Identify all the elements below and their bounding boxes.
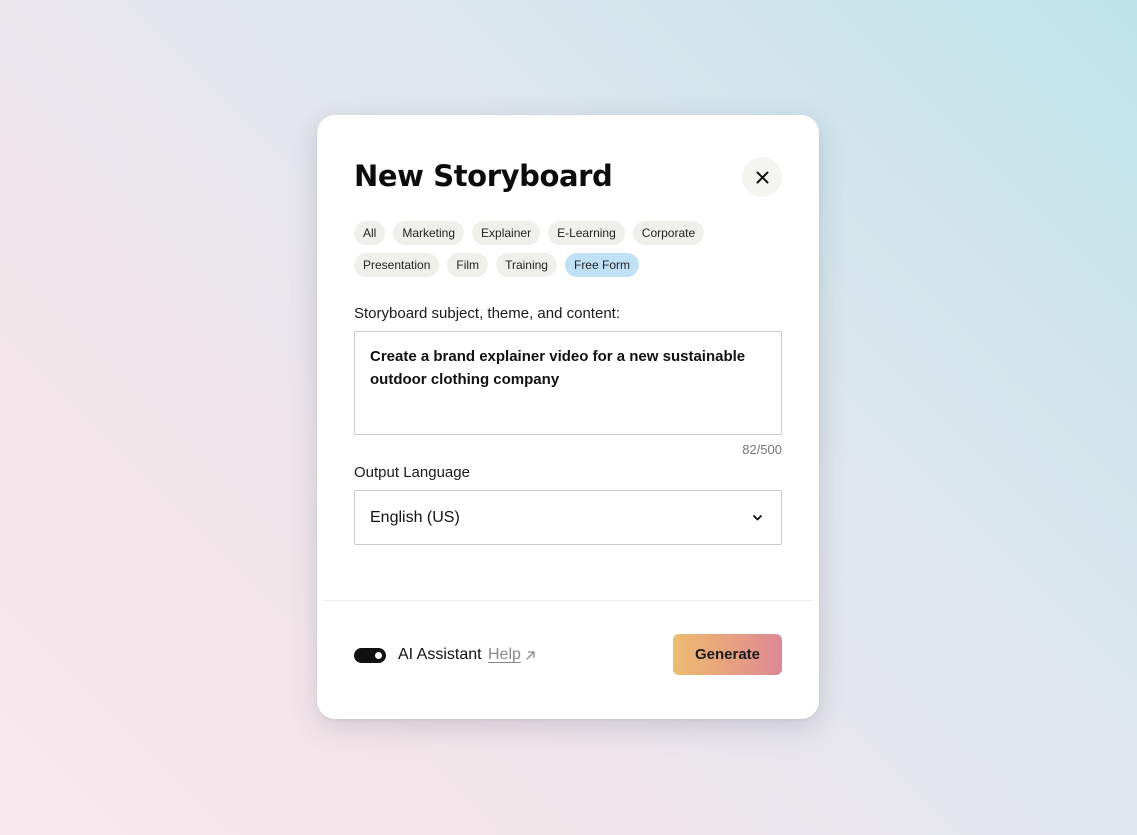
close-button[interactable] — [742, 157, 782, 197]
chip-explainer[interactable]: Explainer — [472, 221, 541, 245]
category-chip-row-1: All Marketing Explainer E-Learning Corpo… — [354, 221, 794, 245]
footer-divider — [323, 600, 813, 601]
chevron-down-icon — [753, 514, 762, 520]
ai-assistant-label: AI Assistant — [398, 646, 482, 663]
character-counter: 82/500 — [742, 442, 782, 457]
chip-all[interactable]: All — [354, 221, 386, 245]
ai-assistant-toggle[interactable] — [354, 648, 386, 663]
help-link[interactable]: Help — [488, 646, 536, 664]
chip-film[interactable]: Film — [447, 253, 489, 277]
new-storyboard-dialog: New Storyboard All Marketing Explainer E… — [317, 115, 819, 719]
chip-marketing[interactable]: Marketing — [393, 221, 465, 245]
prompt-textarea[interactable]: Create a brand explainer video for a new… — [354, 331, 782, 435]
chip-e-learning[interactable]: E-Learning — [548, 221, 625, 245]
prompt-label: Storyboard subject, theme, and content: — [354, 305, 620, 322]
chip-corporate[interactable]: Corporate — [632, 221, 705, 245]
category-chip-row-2: Presentation Film Training Free Form — [354, 253, 794, 277]
external-arrow-icon — [526, 650, 535, 660]
toggle-knob — [375, 652, 382, 659]
chip-presentation[interactable]: Presentation — [354, 253, 440, 277]
help-link-label: Help — [488, 646, 521, 663]
generate-button[interactable]: Generate — [673, 634, 782, 675]
category-chips: All Marketing Explainer E-Learning Corpo… — [354, 221, 794, 285]
output-language-value: English (US) — [370, 508, 460, 526]
dialog-title: New Storyboard — [354, 159, 613, 193]
chip-free-form[interactable]: Free Form — [564, 253, 639, 277]
output-language-select[interactable]: English (US) — [354, 490, 782, 545]
close-icon — [756, 171, 768, 183]
chip-training[interactable]: Training — [496, 253, 557, 277]
output-language-label: Output Language — [354, 464, 470, 481]
